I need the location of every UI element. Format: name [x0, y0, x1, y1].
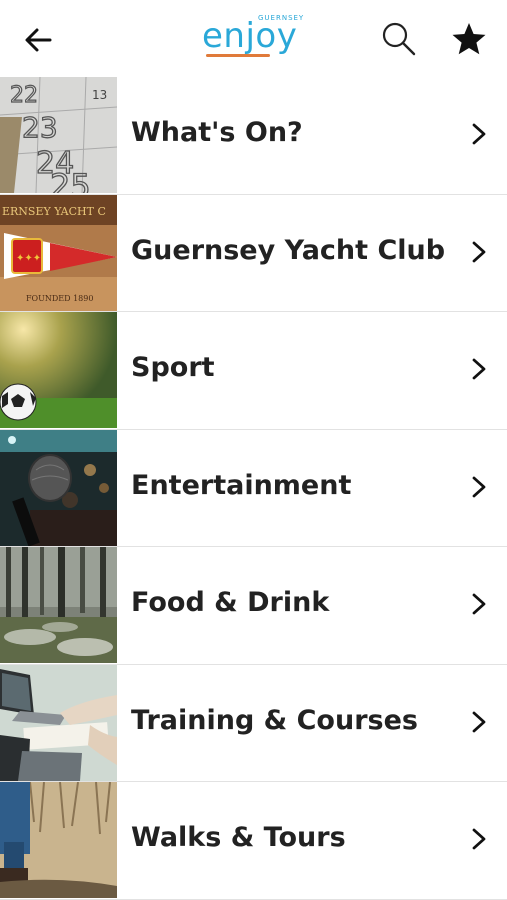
svg-text:23: 23 — [22, 111, 58, 144]
category-label: Sport — [131, 352, 215, 383]
app-header: GUERNSEY enjoy — [0, 0, 507, 77]
chevron-right-icon — [472, 593, 486, 615]
svg-text:22: 22 — [10, 83, 38, 108]
forest-photo — [0, 547, 117, 663]
chevron-right-icon — [472, 123, 486, 145]
favorites-button[interactable] — [450, 20, 488, 58]
chevron-right-icon — [472, 358, 486, 380]
thumb-text-top: ERNSEY YACHT C — [2, 205, 106, 218]
chevron-right-icon — [472, 828, 486, 850]
category-label: Training & Courses — [131, 704, 418, 736]
category-row-whats-on[interactable]: 22 13 23 24 25 What's On? — [0, 77, 507, 195]
thumb-text-bottom: FOUNDED 1890 — [26, 294, 93, 303]
category-row-entertainment[interactable]: Entertainment — [0, 429, 507, 547]
svg-text:25: 25 — [50, 167, 91, 193]
category-row-walks-tours[interactable]: Walks & Tours — [0, 782, 507, 900]
enjoy-guernsey-logo: GUERNSEY enjoy — [198, 12, 308, 62]
search-button[interactable] — [380, 20, 418, 58]
category-row-guernsey-yacht-club[interactable]: ERNSEY YACHT C ✦✦✦ FOUNDED 1890 Guernsey… — [0, 194, 507, 312]
category-row-food-drink[interactable]: Food & Drink — [0, 547, 507, 665]
search-icon — [382, 22, 416, 56]
category-row-sport[interactable]: Sport — [0, 312, 507, 430]
microphone-photo — [0, 429, 117, 546]
laptop-photo — [0, 664, 117, 781]
logo-accent-line — [206, 54, 270, 57]
category-label: Entertainment — [131, 469, 352, 501]
yacht-club-pennant-photo: ERNSEY YACHT C ✦✦✦ FOUNDED 1890 — [0, 194, 117, 311]
category-label: What's On? — [131, 117, 303, 148]
category-label: Food & Drink — [131, 587, 330, 618]
svg-text:✦✦✦: ✦✦✦ — [16, 253, 41, 264]
arrow-left-icon — [25, 28, 52, 52]
chevron-right-icon — [472, 476, 486, 497]
category-label: Walks & Tours — [131, 822, 346, 853]
category-row-training-courses[interactable]: Training & Courses — [0, 664, 507, 782]
chevron-right-icon — [472, 241, 486, 262]
back-button[interactable] — [20, 22, 56, 58]
star-icon — [452, 23, 486, 55]
category-label: Guernsey Yacht Club — [131, 234, 446, 266]
category-list: 22 13 23 24 25 What's On? ERNSEY YACHT C… — [0, 77, 507, 900]
svg-text:13: 13 — [92, 88, 107, 102]
logo-text: enjoy — [202, 16, 298, 56]
football-photo — [0, 312, 117, 428]
walking-photo — [0, 782, 117, 898]
chevron-right-icon — [472, 711, 486, 732]
calendar-photo: 22 13 23 24 25 — [0, 77, 117, 193]
